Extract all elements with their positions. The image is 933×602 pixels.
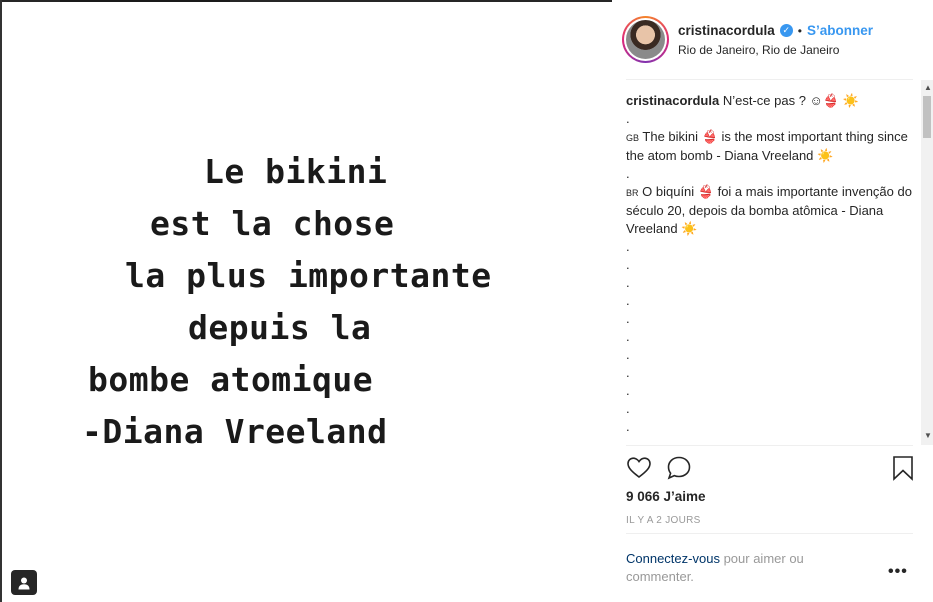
caption-english-text: The bikini 👙 is the most important thing… xyxy=(626,129,908,163)
caption-dot: . xyxy=(626,383,630,398)
follow-button[interactable]: S’abonner xyxy=(807,23,873,38)
header-separator: • xyxy=(797,23,802,38)
caption-dot: . xyxy=(626,329,630,344)
caption-dot: . xyxy=(626,347,630,362)
caption-dot: . xyxy=(626,293,630,308)
scroll-thumb[interactable] xyxy=(923,96,931,138)
quote-line: bombe atomique xyxy=(88,360,374,399)
comment-icon[interactable] xyxy=(666,455,692,481)
quote-line: est la chose xyxy=(150,204,395,243)
avatar-photo xyxy=(626,20,665,59)
caption-english: GB The bikini 👙 is the most important th… xyxy=(626,128,918,165)
quote-line: Le bikini xyxy=(204,152,388,191)
avatar[interactable] xyxy=(622,16,669,63)
caption-dot: . xyxy=(626,275,630,290)
action-bar xyxy=(626,455,914,483)
flag-gb-icon: GB xyxy=(626,133,640,143)
caption-scrollbar[interactable]: ▲ ▼ xyxy=(921,80,933,445)
caption-intro: N’est-ce pas ? ☺👙 ☀️ xyxy=(722,93,859,108)
caption-portuguese-text: O biquíni 👙 foi a mais importante invenç… xyxy=(626,184,912,236)
caption-dot: . xyxy=(626,166,630,181)
caption-dot: . xyxy=(626,401,630,416)
scroll-down-icon[interactable]: ▼ xyxy=(924,431,932,440)
caption-dot: . xyxy=(626,257,630,272)
username-link[interactable]: cristinacordula xyxy=(678,23,775,38)
divider xyxy=(626,79,913,80)
login-link[interactable]: Connectez-vous xyxy=(626,551,720,566)
quote-line: la plus importante xyxy=(125,256,492,295)
caption-dot: . xyxy=(626,111,630,126)
post-header: cristinacordula ✓ • S’abonner xyxy=(678,23,873,38)
heart-icon[interactable] xyxy=(626,455,652,481)
caption-area: cristinacordula N’est-ce pas ? ☺👙 ☀️ . G… xyxy=(626,92,918,442)
post-timestamp[interactable]: IL Y A 2 JOURS xyxy=(626,515,701,526)
flag-br-icon: BR xyxy=(626,188,639,198)
quote-line: -Diana Vreeland xyxy=(82,412,388,451)
bookmark-icon[interactable] xyxy=(890,455,916,481)
divider xyxy=(626,533,913,534)
divider xyxy=(626,445,913,446)
post-image[interactable]: Le bikini est la chose la plus important… xyxy=(2,2,612,602)
post-sidebar: cristinacordula ✓ • S’abonner Rio de Jan… xyxy=(612,0,933,602)
caption-username[interactable]: cristinacordula xyxy=(626,93,719,108)
quote-line: depuis la xyxy=(188,308,372,347)
caption-dot: . xyxy=(626,311,630,326)
location-link[interactable]: Rio de Janeiro, Rio de Janeiro xyxy=(678,43,839,57)
user-tag-icon[interactable] xyxy=(11,570,37,595)
caption-portuguese: BR O biquíni 👙 foi a mais importante inv… xyxy=(626,183,918,238)
caption-dot: . xyxy=(626,419,630,434)
scroll-up-icon[interactable]: ▲ xyxy=(924,83,932,92)
caption-dot: . xyxy=(626,365,630,380)
caption-dot: . xyxy=(626,239,630,254)
likes-count[interactable]: 9 066 J’aime xyxy=(626,489,706,504)
login-prompt: Connectez-vous pour aimer ou commenter. xyxy=(626,550,856,586)
verified-badge-icon: ✓ xyxy=(779,24,793,37)
more-options-button[interactable]: ••• xyxy=(888,563,908,581)
caption-first-line: cristinacordula N’est-ce pas ? ☺👙 ☀️ xyxy=(626,92,918,110)
